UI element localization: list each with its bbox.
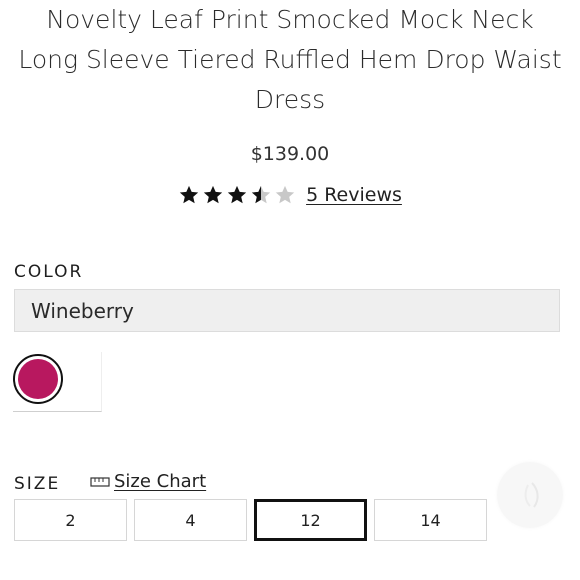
floating-action-icon (524, 482, 539, 508)
star-rating (178, 184, 296, 206)
product-title-line-3: Dress (254, 85, 326, 114)
size-option-4[interactable]: 4 (134, 499, 247, 541)
size-option-12[interactable]: 12 (254, 499, 367, 541)
rating-row: 5 Reviews (0, 180, 580, 210)
selected-color-name: Wineberry (31, 298, 134, 323)
size-options: 2 4 12 14 (14, 499, 487, 541)
product-title-line-1: Novelty Leaf Print Smocked Mock Neck (46, 5, 534, 34)
star-icon (179, 185, 199, 204)
color-swatch-wineberry[interactable] (13, 354, 63, 404)
size-chart-link[interactable]: Size Chart (90, 471, 206, 492)
color-label: COLOR (14, 262, 84, 282)
selected-color-field: Wineberry (14, 289, 560, 332)
reviews-link[interactable]: 5 Reviews (306, 184, 402, 206)
size-label: SIZE (14, 474, 61, 494)
swatch-fill (18, 359, 58, 399)
product-title-line-2: Long Sleeve Tiered Ruffled Hem Drop Wais… (18, 45, 562, 74)
ruler-icon (90, 476, 110, 487)
star-icon (227, 185, 247, 204)
star-icon (275, 185, 295, 204)
product-price: $139.00 (250, 143, 330, 165)
floating-action-button[interactable] (497, 462, 563, 528)
star-icon (203, 185, 223, 204)
size-chart-label: Size Chart (114, 471, 207, 492)
product-title: Novelty Leaf Print Smocked Mock Neck Lon… (10, 0, 570, 120)
size-option-2[interactable]: 2 (14, 499, 127, 541)
star-icon (251, 185, 271, 204)
color-swatch-list (13, 352, 102, 412)
size-option-14[interactable]: 14 (374, 499, 487, 541)
